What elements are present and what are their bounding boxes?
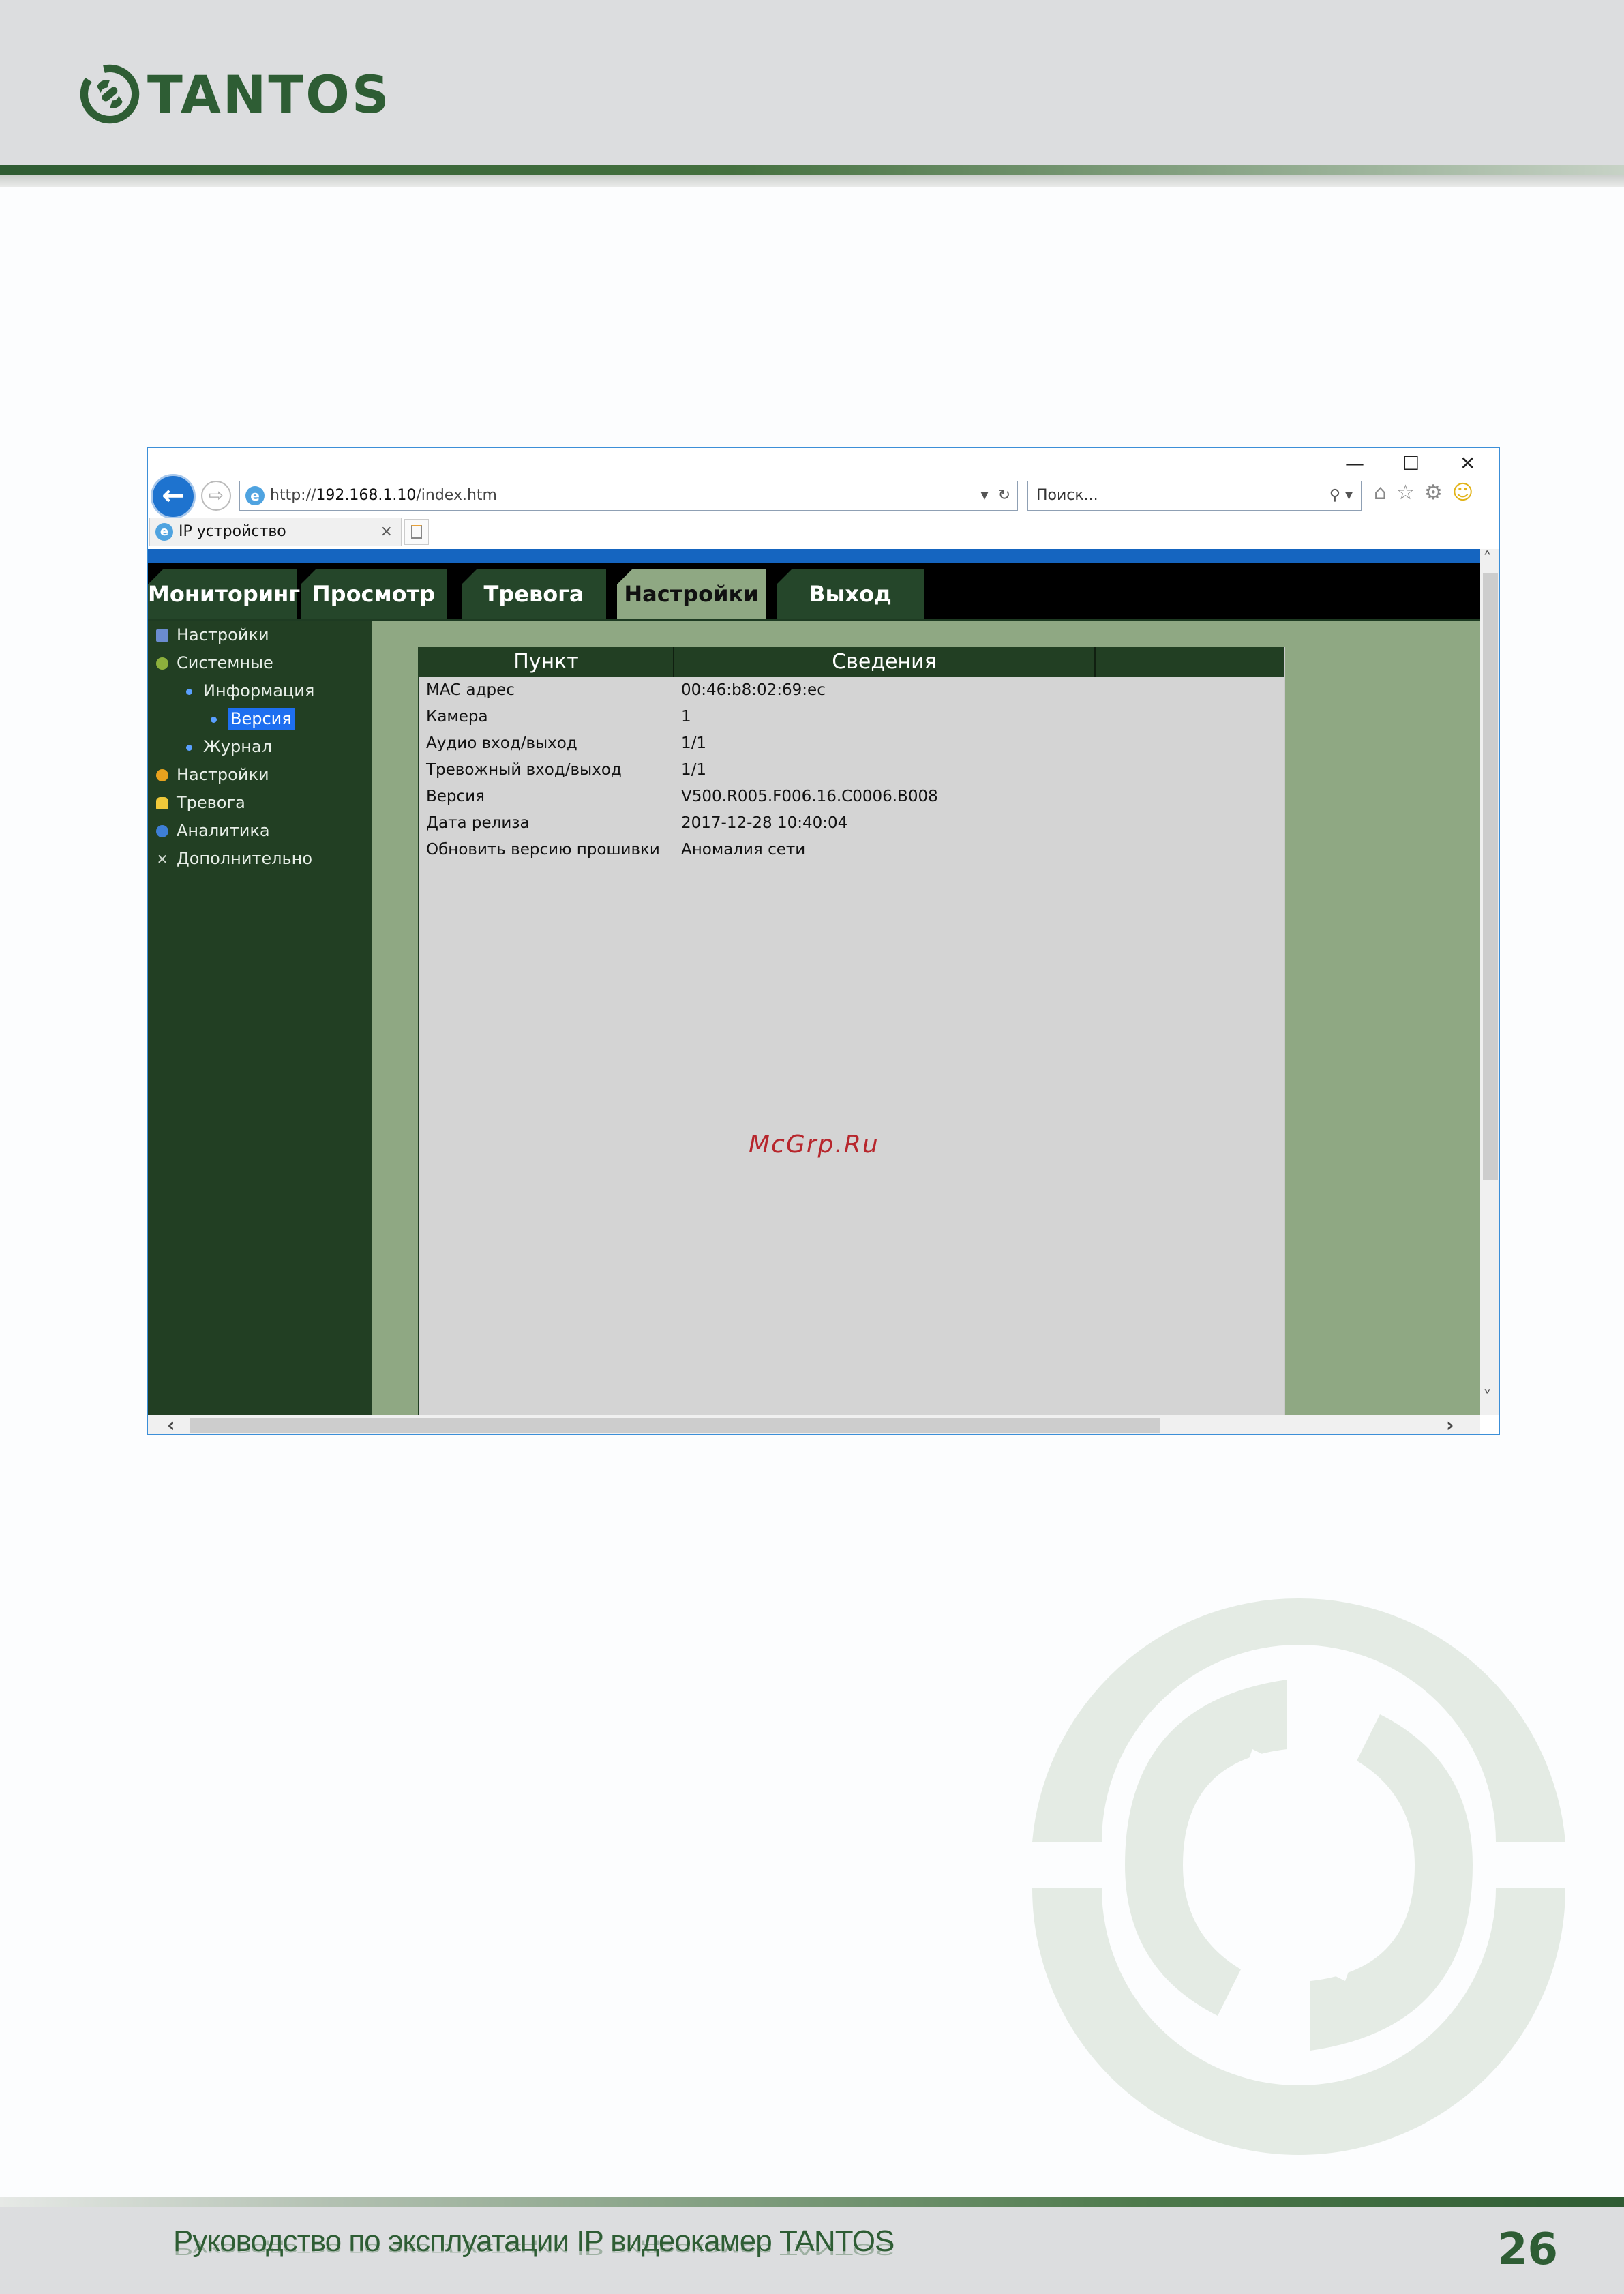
scroll-up-icon[interactable]: ˄ xyxy=(1483,549,1492,569)
table-cell-value: 1/1 xyxy=(681,734,707,752)
table-cell-item: Версия xyxy=(426,788,485,805)
maximize-button[interactable]: ☐ xyxy=(1402,452,1419,475)
gear-icon xyxy=(156,769,168,781)
tab-title: IP устройство xyxy=(179,523,286,540)
tools-icon: ✕ xyxy=(156,851,168,867)
new-tab-button[interactable] xyxy=(404,519,429,545)
sidebar-item-info[interactable]: Информация xyxy=(186,681,314,700)
content-gutter xyxy=(372,621,414,1415)
refresh-icon[interactable]: ↻ xyxy=(998,487,1010,504)
sidebar-item-settings-root[interactable]: Настройки xyxy=(156,625,269,644)
sidebar-item-analytics[interactable]: Аналитика xyxy=(156,821,270,840)
table-cell-item: Дата релиза xyxy=(426,814,530,832)
home-icon[interactable]: ⌂ xyxy=(1374,481,1396,505)
tab-alarm[interactable]: Тревога xyxy=(462,569,606,619)
table-cell-item: Аудио вход/выход xyxy=(426,734,577,752)
version-info-table: Пункт Сведения MAC адрес 00:46:b8:02:69:… xyxy=(418,647,1285,1415)
bullet-icon xyxy=(211,716,217,723)
table-cell-value: 2017-12-28 10:40:04 xyxy=(681,814,848,832)
browser-tab[interactable]: e IP устройство × xyxy=(149,518,402,546)
column-header-item: Пункт xyxy=(513,650,579,674)
brand-logo: TANTOS xyxy=(78,60,391,128)
vertical-scroll-thumb[interactable] xyxy=(1483,574,1498,1180)
horizontal-scrollbar[interactable]: ‹ › xyxy=(148,1414,1480,1434)
search-box[interactable]: Поиск... ⚲ ▾ xyxy=(1027,481,1362,511)
footer-title-reflection: Руководство по эксплуатации IP видеокаме… xyxy=(173,2240,894,2259)
tab-settings[interactable]: Настройки xyxy=(617,569,766,619)
scroll-down-icon[interactable]: ˅ xyxy=(1483,1388,1492,1408)
brand-name: TANTOS xyxy=(147,63,391,125)
feedback-smiley-icon[interactable]: ☺ xyxy=(1452,481,1483,505)
url-host: 192.168.1.10 xyxy=(316,487,417,504)
ie-logo-icon: e xyxy=(245,486,265,505)
table-cell-value: Аномалия сети xyxy=(681,841,806,859)
table-cell-value: 00:46:b8:02:69:ec xyxy=(681,681,826,699)
sidebar-item-advanced[interactable]: ✕ Дополнительно xyxy=(156,849,312,868)
watermark-text: McGrp.Ru xyxy=(749,1131,879,1159)
sidebar-item-alarm[interactable]: Тревога xyxy=(156,793,245,812)
settings-gear-icon[interactable]: ⚙ xyxy=(1424,481,1452,505)
header-rule-shadow xyxy=(0,175,1624,187)
table-cell-value: 1 xyxy=(681,708,691,726)
table-header: Пункт Сведения xyxy=(419,647,1284,677)
back-button[interactable]: ← xyxy=(151,474,196,519)
footer-rule xyxy=(0,2197,1624,2207)
address-bar[interactable]: e http://192.168.1.10/index.htm ▾ ↻ xyxy=(239,481,1018,511)
arrow-left-icon: ← xyxy=(162,480,185,511)
analytics-icon xyxy=(156,825,168,837)
header-rule xyxy=(0,165,1624,175)
tantos-logo-icon xyxy=(80,64,140,124)
ie-logo-icon: e xyxy=(155,523,173,541)
browser-window: — ☐ ✕ ← ⇨ e http://192.168.1.10/index.ht… xyxy=(147,447,1500,1435)
scroll-right-icon[interactable]: › xyxy=(1446,1414,1454,1434)
bullet-icon xyxy=(186,688,192,695)
scroll-left-icon[interactable]: ‹ xyxy=(167,1414,175,1434)
favorites-star-icon[interactable]: ☆ xyxy=(1396,481,1424,505)
tab-playback[interactable]: Просмотр xyxy=(301,569,447,619)
table-cell-item: MAC адрес xyxy=(426,681,515,699)
vertical-scrollbar[interactable]: ˄ ˅ xyxy=(1480,549,1499,1415)
table-cell-item: Обновить версию прошивки xyxy=(426,841,660,859)
arrow-right-icon: ⇨ xyxy=(209,486,224,506)
bell-icon xyxy=(156,797,168,809)
url-path: /index.htm xyxy=(416,487,497,504)
page-number: 26 xyxy=(1497,2224,1559,2275)
browser-toolbar: ⌂☆⚙☺ xyxy=(1374,481,1483,505)
sidebar-item-settings[interactable]: Настройки xyxy=(156,765,269,784)
column-header-details: Сведения xyxy=(832,650,937,674)
close-tab-icon[interactable]: × xyxy=(380,518,393,546)
camera-web-app: Мониторинг Просмотр Тревога Настройки Вы… xyxy=(148,563,1480,1415)
settings-doc-icon xyxy=(156,629,168,642)
background-logo-icon xyxy=(1032,1598,1565,2155)
search-dropdown-icon[interactable]: ▾ xyxy=(1345,487,1353,504)
tab-monitoring[interactable]: Мониторинг xyxy=(148,569,300,619)
settings-sidebar: Настройки Системные Информация Версия Жу… xyxy=(148,621,372,1415)
sidebar-item-version[interactable]: Версия xyxy=(211,708,295,730)
table-cell-item: Тревожный вход/выход xyxy=(426,761,622,779)
sidebar-item-log[interactable]: Журнал xyxy=(186,737,272,756)
tab-logout[interactable]: Выход xyxy=(777,569,924,619)
minimize-button[interactable]: — xyxy=(1345,452,1364,475)
page-top-bar xyxy=(148,549,1480,563)
horizontal-scroll-thumb[interactable] xyxy=(190,1418,1160,1433)
system-icon xyxy=(156,657,168,670)
table-cell-value: V500.R005.F006.16.C0006.B008 xyxy=(681,788,938,805)
table-cell-item: Камера xyxy=(426,708,488,726)
table-cell-value: 1/1 xyxy=(681,761,707,779)
top-navigation: Мониторинг Просмотр Тревога Настройки Вы… xyxy=(148,563,1480,619)
url-prefix: http:// xyxy=(270,487,316,504)
search-icon[interactable]: ⚲ xyxy=(1329,487,1340,504)
forward-button[interactable]: ⇨ xyxy=(201,481,231,511)
bullet-icon xyxy=(186,744,192,751)
close-window-button[interactable]: ✕ xyxy=(1460,452,1475,475)
address-dropdown-icon[interactable]: ▾ xyxy=(981,487,989,504)
sidebar-item-system[interactable]: Системные xyxy=(156,653,273,672)
search-placeholder: Поиск... xyxy=(1036,487,1098,504)
